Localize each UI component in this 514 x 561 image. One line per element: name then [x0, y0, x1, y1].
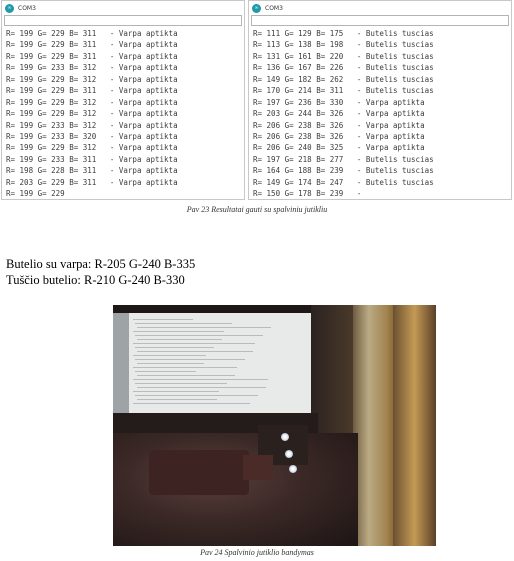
- photo-screen-text-row: [133, 319, 193, 320]
- photo-bottle-edge: [393, 305, 436, 546]
- serial-input-field[interactable]: [4, 15, 242, 26]
- serial-log-line: R= 199 G= 229 B= 311 - Varpa aptikta: [6, 86, 178, 96]
- photo-screen-text-row: [137, 375, 235, 376]
- photo-module: [243, 455, 273, 480]
- serial-log-line: R= 111 G= 129 B= 175 - Butelis tuscias: [253, 29, 434, 38]
- photo-screen-text-row: [135, 359, 245, 360]
- photo-circuit-board: [149, 450, 249, 495]
- serial-log-line: R= 199 G= 233 B= 312 - Varpa aptikta: [6, 63, 178, 73]
- sensor-test-photo: [113, 305, 436, 546]
- photo-screen-text-row: [135, 323, 232, 324]
- serial-log-line: R= 206 G= 238 B= 326 - Varpa aptikta: [253, 120, 425, 130]
- photo-screen-text-row: [133, 343, 255, 344]
- photo-screen-text-row: [137, 399, 217, 400]
- serial-log-line: R= 197 G= 236 B= 330 - Varpa aptikta: [253, 97, 425, 107]
- serial-monitor-left: ∞ COM3 R= 199 G= 229 B= 311 - Varpa apti…: [1, 0, 245, 200]
- monitor-titlebar: ∞ COM3: [2, 1, 244, 15]
- serial-log-line: R= 131 G= 161 B= 220 - Butelis tuscias: [253, 51, 434, 61]
- serial-log-line: R= 199 G= 229 B= 312 - Varpa aptikta: [6, 74, 178, 84]
- photo-laptop-screen: [115, 313, 311, 413]
- photo-screen-text-row: [133, 367, 237, 368]
- photo-screen-sidebar: [113, 313, 129, 413]
- serial-log-line: R= 199 G= 229 B= 312 - Varpa aptikta: [6, 143, 178, 153]
- serial-log: R= 199 G= 229 B= 311 - Varpa aptikta R= 1…: [2, 28, 244, 199]
- arduino-icon: ∞: [5, 3, 14, 13]
- serial-log-line: R= 199 G= 229 B= 311 - Varpa aptikta: [6, 51, 178, 61]
- arduino-icon: ∞: [252, 3, 261, 13]
- photo-screen-text-row: [135, 395, 258, 396]
- serial-log: R= 111 G= 129 B= 175 - Butelis tuscias R=…: [249, 28, 511, 199]
- figure-caption-23: Pav 23 Resultatai gauti su spalviniu jut…: [186, 205, 328, 214]
- bottle-with-cork-values: Butelio su varpa: R-205 G-240 B-335: [6, 257, 196, 271]
- serial-log-line: R= 149 G= 182 B= 262 - Butelis tuscias: [253, 74, 434, 84]
- photo-screen-text-row: [137, 339, 222, 340]
- photo-screen-text-row: [133, 391, 219, 392]
- photo-screen-text-row: [133, 331, 224, 332]
- serial-log-line: R= 199 G= 233 B= 311 - Varpa aptikta: [6, 154, 178, 164]
- serial-log-line: R= 198 G= 228 B= 311 - Varpa aptikta: [6, 166, 178, 176]
- serial-log-line: R= 150 G= 178 B= 239 -: [253, 189, 362, 199]
- serial-log-line: R= 199 G= 229 B= 311 - Varpa aptikta: [6, 40, 178, 50]
- photo-screen-text-row: [135, 383, 227, 384]
- photo-screen-text-row: [137, 363, 204, 364]
- serial-log-line: R= 199 G= 233 B= 320 - Varpa aptikta: [6, 131, 178, 141]
- serial-log-line: R= 149 G= 174 B= 247 - Butelis tuscias: [253, 177, 434, 187]
- serial-log-line: R= 199 G= 229: [6, 189, 65, 199]
- serial-log-line: R= 199 G= 229 B= 311 - Varpa aptikta: [6, 29, 178, 38]
- serial-input-field[interactable]: [251, 15, 509, 26]
- photo-led: [281, 433, 289, 441]
- serial-log-line: R= 199 G= 229 B= 312 - Varpa aptikta: [6, 97, 178, 107]
- serial-log-line: R= 203 G= 229 B= 311 - Varpa aptikta: [6, 177, 178, 187]
- figure-caption-24: Pav 24 Spalvinio jutiklio bandymas: [200, 548, 314, 557]
- photo-bottle: [353, 305, 393, 546]
- photo-screen-text-row: [137, 351, 253, 352]
- empty-bottle-values: Tuščio butelio: R-210 G-240 B-330: [6, 273, 185, 287]
- photo-led: [285, 450, 293, 458]
- serial-log-line: R= 170 G= 214 B= 311 - Butelis tuscias: [253, 86, 434, 96]
- serial-log-line: R= 199 G= 229 B= 312 - Varpa aptikta: [6, 109, 178, 119]
- serial-log-line: R= 136 G= 167 B= 226 - Butelis tuscias: [253, 63, 434, 73]
- monitor-title: COM3: [265, 4, 283, 12]
- serial-log-line: R= 206 G= 240 B= 325 - Varpa aptikta: [253, 143, 425, 153]
- serial-log-line: R= 203 G= 244 B= 326 - Varpa aptikta: [253, 109, 425, 119]
- photo-screen-text-row: [133, 355, 206, 356]
- photo-screen-text-row: [135, 335, 263, 336]
- photo-screen-text-row: [133, 403, 250, 404]
- photo-screen-text-row: [133, 379, 268, 380]
- photo-led: [289, 465, 297, 473]
- photo-screen-text-row: [137, 387, 266, 388]
- serial-log-line: R= 113 G= 138 B= 198 - Butelis tuscias: [253, 40, 434, 50]
- photo-screen-text-row: [135, 371, 196, 372]
- serial-log-line: R= 206 G= 238 B= 326 - Varpa aptikta: [253, 131, 425, 141]
- monitor-titlebar: ∞ COM3: [249, 1, 511, 15]
- serial-log-line: R= 164 G= 188 B= 239 - Butelis tuscias: [253, 166, 434, 176]
- serial-log-line: R= 199 G= 233 B= 312 - Varpa aptikta: [6, 120, 178, 130]
- monitor-title: COM3: [18, 4, 36, 12]
- serial-monitor-right: ∞ COM3 R= 111 G= 129 B= 175 - Butelis tu…: [248, 0, 512, 200]
- serial-log-line: R= 197 G= 218 B= 277 - Butelis tuscias: [253, 154, 434, 164]
- photo-screen-text-row: [137, 327, 271, 328]
- photo-screen-text-row: [135, 347, 214, 348]
